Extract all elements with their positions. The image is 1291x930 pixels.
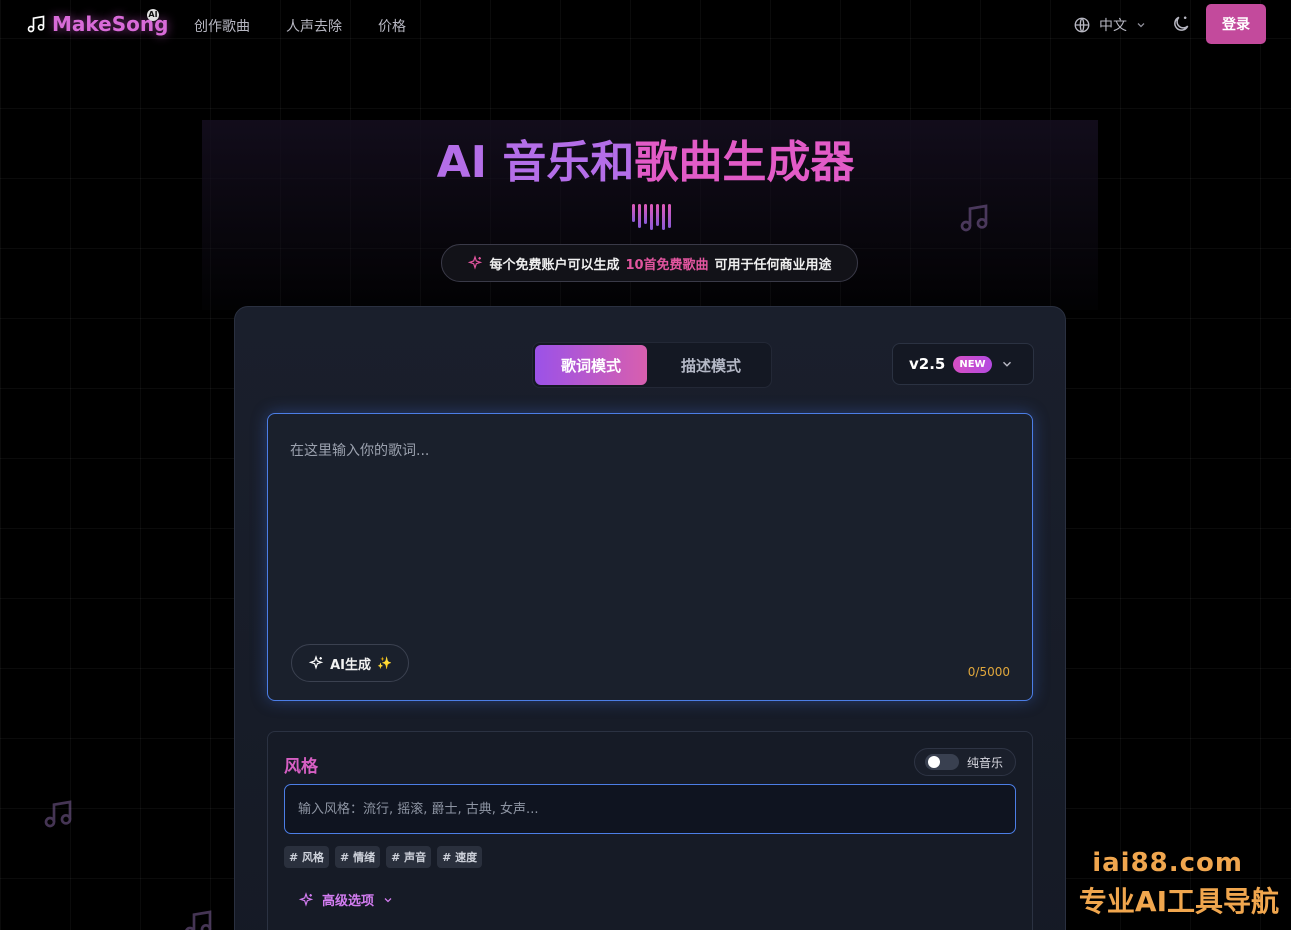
top-header: MakeSong AI 创作歌曲 人声去除 价格 中文 登录: [0, 0, 1291, 50]
style-panel: 风格 纯音乐 # 风格 # 情绪 # 声音 # 速度 高级选项: [267, 731, 1033, 930]
moon-icon[interactable]: [1171, 14, 1191, 34]
tag-tempo[interactable]: # 速度: [437, 846, 483, 868]
nav-vocal-remover[interactable]: 人声去除: [286, 16, 342, 36]
style-tags: # 风格 # 情绪 # 声音 # 速度: [284, 846, 483, 868]
pure-music-toggle[interactable]: 纯音乐: [914, 748, 1016, 776]
chevron-down-icon: [384, 897, 392, 902]
tag-voice[interactable]: # 声音: [386, 846, 432, 868]
badge-text-highlight: 10首免费歌曲: [625, 257, 709, 273]
lyrics-editor: AI生成 ✨ 0/5000: [267, 413, 1033, 701]
new-badge: NEW: [953, 355, 992, 373]
watermark: iai88.com 专业AI工具导航: [1079, 848, 1279, 920]
floating-music-note-icon: [960, 204, 988, 232]
character-counter: 0/5000: [967, 665, 1010, 679]
pure-music-label: 纯音乐: [967, 755, 1004, 770]
tab-description-mode[interactable]: 描述模式: [655, 345, 767, 385]
watermark-domain: iai88.com: [1092, 848, 1243, 878]
ai-generate-label: AI生成: [330, 657, 371, 673]
logo[interactable]: MakeSong AI: [26, 9, 168, 36]
nav-pricing[interactable]: 价格: [378, 16, 406, 36]
main-nav: 创作歌曲 人声去除 价格: [194, 16, 406, 36]
watermark-tagline: 专业AI工具导航: [1078, 885, 1279, 918]
title-part-2: 歌曲生成器: [634, 137, 855, 188]
sparkle-icon: [468, 255, 483, 270]
title-part-1: AI 音乐和: [436, 137, 635, 188]
language-label: 中文: [1099, 18, 1127, 34]
language-selector[interactable]: 中文: [1073, 15, 1147, 35]
floating-music-note-icon: [44, 800, 72, 828]
version-selector[interactable]: v2.5 NEW: [892, 343, 1034, 385]
style-input[interactable]: [284, 784, 1016, 834]
badge-text-suffix: 可用于任何商业用途: [714, 257, 832, 273]
badge-text-prefix: 每个免费账户可以生成: [489, 257, 620, 273]
chevron-down-icon: [1137, 23, 1145, 28]
chevron-down-icon: [1002, 361, 1011, 367]
login-button[interactable]: 登录: [1206, 4, 1266, 44]
tag-style[interactable]: # 风格: [284, 846, 330, 868]
version-label: v2.5: [909, 355, 946, 373]
lyrics-input[interactable]: [290, 440, 990, 640]
music-note-icon: [27, 15, 45, 33]
generator-card: 歌词模式 描述模式 v2.5 NEW AI生成 ✨ 0/5000 风格 纯音乐 …: [234, 306, 1066, 930]
style-title: 风格: [284, 757, 318, 777]
nav-create-song[interactable]: 创作歌曲: [194, 16, 250, 36]
globe-icon: [1074, 17, 1090, 33]
ai-generate-button[interactable]: AI生成 ✨: [291, 644, 409, 682]
toggle-switch[interactable]: [925, 754, 959, 770]
floating-music-note-icon: [185, 910, 212, 930]
tag-mood[interactable]: # 情绪: [335, 846, 381, 868]
brand-ai-badge: AI: [147, 9, 159, 21]
sparkle-icon: [308, 655, 324, 670]
tab-lyrics-mode[interactable]: 歌词模式: [535, 345, 647, 385]
free-credits-badge: 每个免费账户可以生成 10首免费歌曲 可用于任何商业用途: [441, 244, 858, 282]
sparkle-icon: [298, 891, 314, 907]
sparkles-emoji-icon: ✨: [376, 656, 392, 670]
advanced-options-label: 高级选项: [322, 894, 375, 909]
advanced-options-toggle[interactable]: 高级选项: [298, 890, 394, 909]
sound-wave-icon: [632, 204, 671, 230]
mode-switch: 歌词模式 描述模式: [532, 342, 772, 388]
page-title: AI 音乐和歌曲生成器: [0, 126, 1291, 190]
